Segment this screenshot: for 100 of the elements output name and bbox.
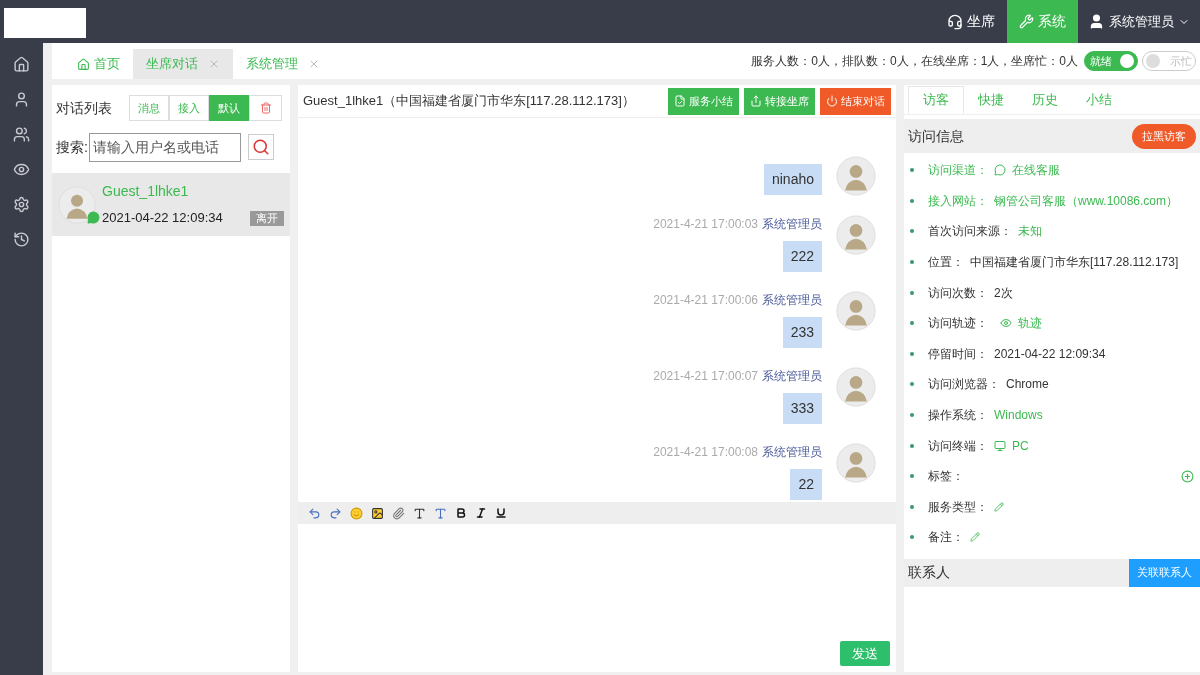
message-editor[interactable]: 发送: [298, 524, 896, 672]
info-value: PC: [1012, 437, 1029, 455]
info-value: 2次: [994, 284, 1013, 302]
info-value: 未知: [1018, 223, 1042, 241]
send-button[interactable]: 发送: [840, 641, 890, 666]
panel-tab[interactable]: 历史: [1018, 86, 1072, 114]
message-time: 2021-4-21 17:00:07: [653, 368, 758, 385]
info-label: 访问浏览器：: [928, 376, 1000, 394]
avatar-icon: [836, 291, 876, 331]
attachment-icon[interactable]: [392, 506, 405, 520]
info-label: 访问渠道：: [928, 162, 988, 180]
info-value: 中国福建省厦门市华东[117.28.112.173]: [970, 254, 1179, 272]
info-label: 位置：: [928, 254, 964, 272]
home-icon[interactable]: [13, 56, 30, 73]
history-icon[interactable]: [13, 231, 30, 248]
underline-icon[interactable]: [495, 507, 507, 519]
top-nav-item[interactable]: 系统: [1007, 0, 1078, 43]
chat-badge-icon: [87, 210, 100, 224]
message-time: 2021-4-21 17:00:03: [653, 216, 758, 233]
info-label: 访问次数：: [928, 284, 988, 302]
info-label: 停留时间：: [928, 345, 988, 363]
info-value: 在线客服: [1012, 162, 1060, 180]
list-title: 对话列表: [56, 98, 112, 118]
message-bubble: 22: [790, 469, 822, 500]
avatar-icon: [58, 185, 96, 224]
info-label: 访问轨迹：: [928, 315, 988, 333]
info-label: 访问终端：: [928, 437, 988, 455]
settings-icon[interactable]: [13, 196, 30, 213]
message-bubble: ninaho: [763, 164, 822, 195]
info-value: Windows: [994, 407, 1043, 425]
conversation-time: 2021-04-22 12:09:34: [102, 209, 223, 228]
info-label: 操作系统：: [928, 407, 988, 425]
chat-title: Guest_1lhke1（中国福建省厦门市华东[117.28.112.173]）: [303, 92, 635, 111]
summary-icon: [674, 95, 686, 107]
chat-icon: [994, 164, 1006, 177]
message-bubble: 222: [782, 241, 822, 272]
headset-icon: [947, 13, 963, 30]
contact-title: 联系人: [908, 563, 950, 583]
image-icon[interactable]: [371, 506, 384, 520]
search-field[interactable]: 请输入用户名或电话: [88, 132, 241, 162]
font-color-icon[interactable]: [434, 506, 447, 520]
search-label: 搜索:: [56, 137, 88, 157]
page-tab[interactable]: 系统管理: [233, 49, 333, 79]
info-value: 钢管公司客服（www.10086.com）: [994, 192, 1179, 210]
chat-action-button[interactable]: 结束对话: [820, 87, 891, 115]
search-icon: [251, 138, 270, 156]
conversation-item[interactable]: Guest_1lhke1 2021-04-22 12:09:34 离开: [52, 173, 290, 236]
filter-button[interactable]: 默认: [209, 95, 249, 121]
info-value: Chrome: [1006, 376, 1049, 394]
top-nav-item[interactable]: 坐席: [935, 0, 1007, 43]
info-label: 标签：: [928, 468, 964, 486]
eye-icon: [1000, 317, 1012, 330]
link-contact-button[interactable]: 关联联系人: [1129, 558, 1200, 587]
status-badge: 离开: [250, 210, 284, 226]
font-size-icon[interactable]: [413, 506, 426, 520]
panel-tab[interactable]: 小结: [1072, 86, 1126, 114]
message-time: 2021-4-21 17:00:06: [653, 292, 758, 309]
section-title: 访问信息: [908, 126, 964, 146]
user-menu[interactable]: 系统管理员: [1078, 0, 1200, 43]
avatar-icon: [836, 367, 876, 407]
avatar-icon: [836, 215, 876, 255]
stats-text: 服务人数：0人，排队数：0人，在线坐席：1人，坐席忙：0人: [751, 53, 1078, 70]
add-icon[interactable]: [1181, 469, 1194, 483]
panel-tab[interactable]: 访客: [908, 86, 964, 114]
info-label: 接入网站：: [928, 192, 988, 210]
italic-icon[interactable]: [475, 507, 487, 519]
message-sender: 系统管理员: [762, 292, 822, 309]
visitor-name: Guest_1lhke1: [102, 182, 190, 202]
message-time: 2021-4-21 17:00:08: [653, 444, 758, 461]
home-icon: [77, 57, 90, 71]
delete-button[interactable]: [249, 95, 282, 121]
filter-button[interactable]: 消息: [129, 95, 169, 121]
trash-icon: [259, 102, 272, 114]
message-sender: 系统管理员: [762, 368, 822, 385]
user-icon: [1088, 13, 1105, 30]
avatar-icon: [836, 156, 876, 196]
users-icon[interactable]: [13, 126, 30, 143]
redo-icon[interactable]: [329, 506, 342, 520]
filter-button[interactable]: 接入: [169, 95, 209, 121]
search-button[interactable]: [247, 134, 274, 160]
page-tab[interactable]: 首页: [64, 49, 133, 79]
info-value: 2021-04-22 12:09:34: [994, 345, 1106, 363]
message-bubble: 233: [782, 317, 822, 348]
undo-icon[interactable]: [308, 506, 321, 520]
user-icon[interactable]: [13, 91, 30, 108]
chat-action-button[interactable]: 转接坐席: [744, 87, 815, 115]
page-tab[interactable]: 坐席对话: [133, 49, 233, 79]
info-label: 备注：: [928, 529, 964, 547]
panel-tab[interactable]: 快捷: [964, 86, 1018, 114]
info-label: 首次访问来源：: [928, 223, 1012, 241]
chat-action-button[interactable]: 服务小结: [668, 87, 739, 115]
info-value[interactable]: 轨迹: [1018, 314, 1042, 333]
power-icon: [826, 95, 838, 107]
monitor-icon: [994, 439, 1006, 452]
blacklist-button[interactable]: 拉黑访客: [1132, 123, 1196, 149]
info-label: 服务类型：: [928, 498, 988, 516]
share-icon: [750, 95, 762, 107]
message-sender: 系统管理员: [762, 444, 822, 461]
bold-icon[interactable]: [455, 507, 467, 519]
status-switch[interactable]: 就绪: [1084, 51, 1138, 71]
